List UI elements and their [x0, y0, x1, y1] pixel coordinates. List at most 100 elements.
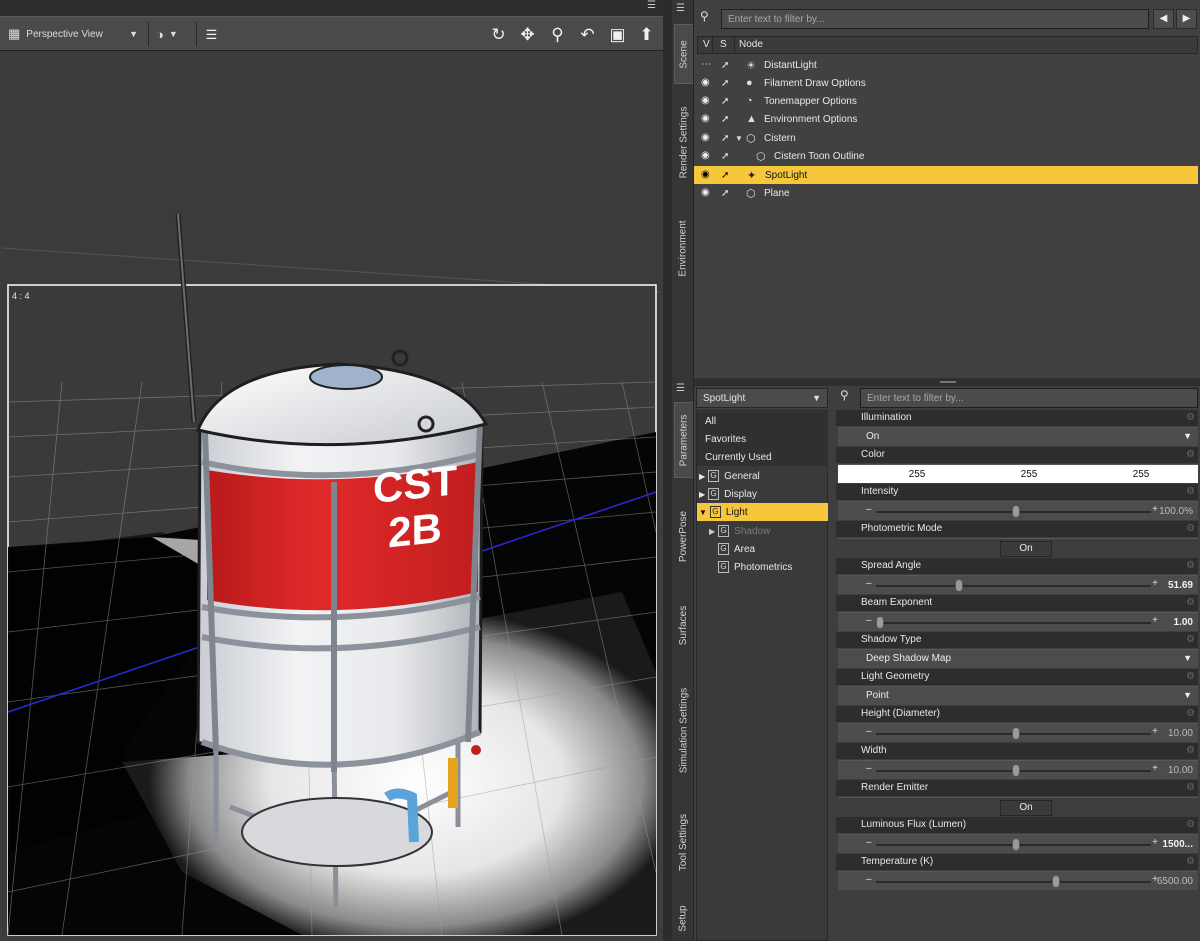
gear-icon[interactable]: ⚙ [1186, 782, 1195, 793]
group-light[interactable]: ▼ G Light [697, 503, 828, 521]
color-red-value[interactable]: 255 [862, 466, 972, 483]
tab-simulation-settings[interactable]: Simulation Settings [674, 674, 693, 786]
expand-down-icon[interactable]: ▼ [735, 134, 743, 143]
height-slider[interactable]: – + 10.00 [838, 723, 1198, 742]
slider-knob[interactable] [954, 579, 963, 592]
group-shadow[interactable]: ▶ G Shadow [697, 522, 828, 540]
slider-knob[interactable] [876, 616, 884, 629]
beam-exponent-slider[interactable]: – + 1.00 [838, 612, 1198, 631]
illumination-select[interactable]: On ▼ [838, 427, 1198, 446]
minus-icon[interactable]: – [866, 504, 872, 515]
node-row-distantlight[interactable]: ⋯ ➚ ☀ DistantLight [694, 56, 1198, 74]
minus-icon[interactable]: – [866, 578, 872, 589]
tab-surfaces[interactable]: Surfaces [674, 590, 693, 660]
eye-icon[interactable]: ◉ [701, 151, 715, 161]
node-row-plane[interactable]: ◉ ➚ ⬡ Plane [694, 184, 1198, 202]
cursor-icon[interactable]: ➚ [721, 78, 729, 89]
cursor-icon[interactable]: ➚ [721, 170, 729, 181]
minus-icon[interactable]: – [866, 726, 872, 737]
cursor-icon[interactable]: ➚ [721, 114, 729, 125]
group-favorites[interactable]: Favorites [697, 430, 828, 448]
tab-powerpose[interactable]: PowerPose [674, 498, 693, 574]
scene-canvas[interactable]: CST 2B 4 : 4 [2, 52, 660, 938]
arrow-left-button[interactable]: ◀ [1153, 9, 1174, 29]
shadow-type-select[interactable]: Deep Shadow Map ▼ [838, 649, 1198, 668]
gear-icon[interactable]: ⚙ [1186, 708, 1195, 719]
group-all[interactable]: All [697, 412, 828, 430]
eye-icon[interactable]: ◉ [701, 170, 715, 180]
gear-icon[interactable]: ⚙ [1186, 560, 1195, 571]
slider-knob[interactable] [1011, 727, 1020, 740]
temperature-slider[interactable]: – + 6500.00 [838, 871, 1198, 890]
plus-icon[interactable]: + [1152, 578, 1158, 589]
params-filter-input[interactable]: Enter text to filter by... [860, 388, 1198, 408]
pane-menu-icon[interactable]: ☰ [676, 383, 685, 394]
slider-knob[interactable] [1011, 505, 1020, 518]
luminous-flux-slider[interactable]: – + 1500... [838, 834, 1198, 853]
minus-icon[interactable]: – [866, 837, 872, 848]
node-row-cistern[interactable]: ◉ ➚ ▼ ⬡ Cistern [694, 129, 1198, 147]
node-row-environment[interactable]: ◉ ➚ ▲ Environment Options [694, 110, 1198, 128]
render-emitter-toggle[interactable]: On [1000, 800, 1052, 816]
eye-icon[interactable]: ◉ [701, 133, 715, 143]
group-display[interactable]: ▶ G Display [697, 485, 828, 503]
expand-right-icon[interactable]: ▶ [709, 527, 715, 536]
color-field[interactable]: 255 255 255 [838, 464, 1198, 483]
intensity-slider[interactable]: – + 100.0% [838, 501, 1198, 520]
group-photometrics[interactable]: G Photometrics [697, 558, 828, 576]
gear-icon[interactable]: ⚙ [1186, 449, 1195, 460]
minus-icon[interactable]: – [866, 615, 872, 626]
scene-filter-input[interactable]: Enter text to filter by... [721, 9, 1149, 29]
cursor-icon[interactable]: ➚ [721, 188, 729, 199]
node-row-tonemapper[interactable]: ◉ ➚ ◔ Tonemapper Options [694, 92, 1198, 110]
pane-splitter[interactable] [663, 0, 672, 941]
zoom-button[interactable]: ⚲ [544, 21, 571, 48]
pan-button[interactable]: ✥ [514, 21, 541, 48]
tab-parameters[interactable]: Parameters [674, 402, 693, 478]
node-row-cistern-toon[interactable]: ◉ ➚ ⬡ Cistern Toon Outline [694, 147, 1198, 165]
plus-icon[interactable]: + [1152, 615, 1158, 626]
gear-icon[interactable]: ⚙ [1186, 671, 1195, 682]
tab-environment[interactable]: Environment [674, 208, 693, 288]
tab-tool-settings[interactable]: Tool Settings [674, 802, 693, 882]
minus-icon[interactable]: – [866, 763, 872, 774]
eye-icon[interactable]: ◉ [701, 96, 715, 106]
spread-angle-slider[interactable]: – + 51.69 [838, 575, 1198, 594]
gear-icon[interactable]: ⚙ [1186, 819, 1195, 830]
gear-icon[interactable]: ⚙ [1186, 523, 1195, 534]
color-green-value[interactable]: 255 [974, 466, 1084, 483]
plus-icon[interactable]: + [1152, 837, 1158, 848]
node-row-filament[interactable]: ◉ ➚ ● Filament Draw Options [694, 74, 1198, 92]
expand-right-icon[interactable]: ▶ [699, 490, 705, 499]
minus-icon[interactable]: – [866, 874, 872, 885]
camera-select[interactable]: ▦ Perspective View ▼ [8, 23, 144, 45]
frame-button[interactable]: ▣ [604, 21, 631, 48]
viewport-options-button[interactable]: ☰ [647, 0, 661, 14]
slider-knob[interactable] [1052, 875, 1061, 888]
gear-icon[interactable]: ⚙ [1186, 412, 1195, 423]
slider-knob[interactable] [1011, 764, 1020, 777]
eye-icon[interactable]: ◉ [701, 188, 715, 198]
pane-menu-icon[interactable]: ☰ [676, 3, 685, 14]
rotate-button[interactable]: ↶ [574, 21, 601, 48]
aim-button[interactable]: ⬆ [633, 21, 660, 48]
slider-knob[interactable] [1011, 838, 1020, 851]
cursor-icon[interactable]: ➚ [721, 96, 729, 107]
eye-icon[interactable]: ◉ [701, 78, 715, 88]
expand-right-icon[interactable]: ▶ [699, 472, 705, 481]
plus-icon[interactable]: + [1152, 726, 1158, 737]
eye-closed-icon[interactable]: ⋯ [701, 60, 715, 70]
col-selectable[interactable]: S [720, 39, 727, 50]
group-area[interactable]: G Area [697, 540, 828, 558]
expand-down-icon[interactable]: ▼ [699, 508, 707, 517]
gear-icon[interactable]: ⚙ [1186, 597, 1195, 608]
gear-icon[interactable]: ⚙ [1186, 486, 1195, 497]
cursor-icon[interactable]: ➚ [721, 133, 729, 144]
arrow-right-button[interactable]: ▶ [1176, 9, 1197, 29]
node-select[interactable]: SpotLight ▼ [696, 388, 828, 408]
group-currently-used[interactable]: Currently Used [697, 448, 828, 466]
group-general[interactable]: ▶ G General [697, 467, 828, 485]
width-slider[interactable]: – + 10.00 [838, 760, 1198, 779]
viewport-menu-button[interactable]: ☰ [198, 21, 225, 48]
plus-icon[interactable]: + [1152, 504, 1158, 515]
